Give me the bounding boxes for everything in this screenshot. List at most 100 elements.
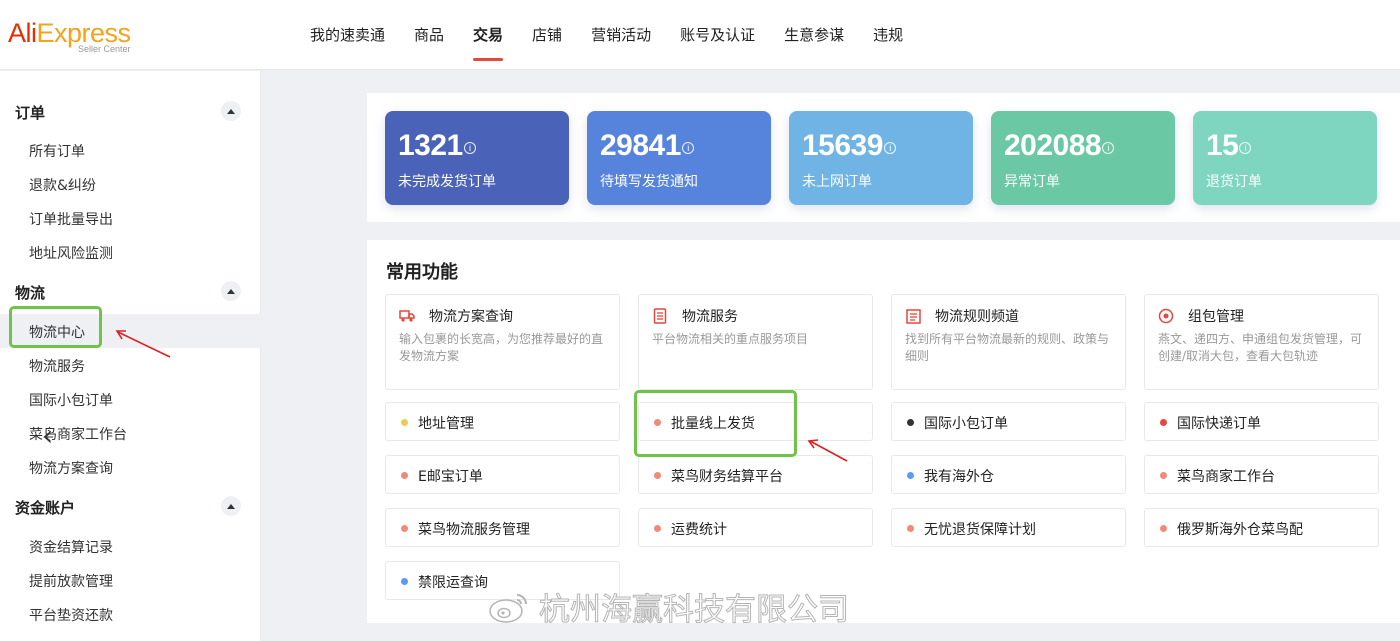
shortcut-overseas-warehouse[interactable]: 我有海外仓 — [891, 455, 1126, 494]
common-functions-panel: 常用功能 物流方案查询 输入包裹的长宽高，为您推荐最好的直发物流方案 物流服务 … — [367, 240, 1400, 623]
list-icon — [905, 308, 921, 324]
stats-panel: 1321 i 未完成发货订单 29841 i 待填写发货通知 15639 i 未上网订… — [367, 93, 1400, 222]
status-dot — [907, 472, 914, 479]
nav-marketing[interactable]: 营销活动 — [591, 0, 651, 70]
stat-value: 29841 — [600, 129, 681, 162]
shortcut-cainiao-service-management[interactable]: 菜鸟物流服务管理 — [385, 508, 620, 547]
info-icon: i — [681, 142, 694, 154]
status-dot — [1160, 472, 1167, 479]
shortcut-label: 运费统计 — [671, 522, 727, 538]
sidebar-item-logistics-plan-query[interactable]: 物流方案查询 — [29, 458, 113, 478]
annotation-arrow-icon — [807, 439, 848, 462]
stat-card-not-online[interactable]: 15639 i 未上网订单 — [789, 111, 973, 205]
shortcut-label: 禁限运查询 — [418, 575, 488, 591]
collapse-orders-button[interactable] — [221, 101, 241, 121]
sidebar-item-address-risk[interactable]: 地址风险监测 — [29, 243, 113, 263]
feature-card-desc: 找到所有平台物流最新的规则、政策与细则 — [905, 332, 1110, 363]
shortcut-label: 我有海外仓 — [924, 469, 994, 485]
info-icon: i — [463, 142, 476, 154]
sidebar-item-intl-parcel-orders[interactable]: 国际小包订单 — [29, 390, 113, 410]
nav-violations[interactable]: 违规 — [873, 0, 903, 70]
logo-text-ali: Ali — [8, 18, 37, 48]
sidebar-group-orders[interactable]: 订单 — [15, 102, 45, 123]
chevron-up-icon — [227, 108, 235, 114]
nav-account[interactable]: 账号及认证 — [680, 0, 755, 70]
feature-card-desc: 燕文、递四方、申通组包发货管理，可创建/取消大包，查看大包轨迹 — [1158, 332, 1363, 363]
main-nav: 我的速卖通 商品 交易 店铺 营销活动 账号及认证 生意参谋 违规 — [310, 0, 932, 70]
feature-card-title: 物流规则频道 — [935, 309, 1019, 325]
sidebar-item-settlement-records[interactable]: 资金结算记录 — [29, 537, 113, 557]
shortcut-russia-warehouse[interactable]: 俄罗斯海外仓菜鸟配 — [1144, 508, 1379, 547]
nav-my-aliexpress[interactable]: 我的速卖通 — [310, 0, 385, 70]
top-header: AliExpress Seller Center 我的速卖通 商品 交易 店铺 … — [0, 0, 1400, 70]
nav-transactions[interactable]: 交易 — [473, 0, 504, 70]
status-dot — [401, 419, 408, 426]
feature-card-logistics-service[interactable]: 物流服务 平台物流相关的重点服务项目 — [638, 294, 873, 390]
stat-card-unshipped[interactable]: 1321 i 未完成发货订单 — [385, 111, 569, 205]
status-dot — [401, 472, 408, 479]
info-icon: i — [1239, 142, 1252, 154]
shortcut-intl-parcel-orders[interactable]: 国际小包订单 — [891, 402, 1126, 441]
stat-value: 1321 — [398, 129, 463, 162]
shortcut-label: 国际快递订单 — [1177, 416, 1261, 432]
shortcut-worry-free-returns[interactable]: 无忧退货保障计划 — [891, 508, 1126, 547]
stat-value: 15 — [1206, 129, 1239, 162]
shortcut-label: 菜鸟物流服务管理 — [418, 522, 530, 538]
sidebar-item-logistics-service[interactable]: 物流服务 — [29, 356, 85, 376]
sidebar-item-early-release[interactable]: 提前放款管理 — [29, 571, 113, 591]
shortcut-epacket-orders[interactable]: E邮宝订单 — [385, 455, 620, 494]
info-icon: i — [883, 142, 896, 154]
stat-label: 未上网订单 — [802, 174, 872, 190]
stat-card-pending-notice[interactable]: 29841 i 待填写发货通知 — [587, 111, 771, 205]
shortcut-intl-express-orders[interactable]: 国际快递订单 — [1144, 402, 1379, 441]
sidebar-item-refunds[interactable]: 退款&纠纷 — [29, 175, 96, 195]
stat-label: 待填写发货通知 — [600, 174, 698, 190]
sidebar-item-advance-repayment[interactable]: 平台垫资还款 — [29, 605, 113, 625]
stat-card-abnormal[interactable]: 202088 i 异常订单 — [991, 111, 1175, 205]
status-dot — [654, 525, 661, 532]
nav-products[interactable]: 商品 — [414, 0, 444, 70]
chevron-up-icon — [227, 288, 235, 294]
nav-business-advisor[interactable]: 生意参谋 — [784, 0, 844, 70]
aliexpress-logo[interactable]: AliExpress Seller Center — [8, 18, 131, 55]
shortcut-label: 地址管理 — [418, 416, 474, 432]
feature-card-title: 物流服务 — [682, 309, 738, 325]
shortcut-address-management[interactable]: 地址管理 — [385, 402, 620, 441]
status-dot — [907, 525, 914, 532]
feature-card-logistics-plan[interactable]: 物流方案查询 输入包裹的长宽高，为您推荐最好的直发物流方案 — [385, 294, 620, 390]
stat-label: 未完成发货订单 — [398, 174, 496, 190]
feature-card-title: 物流方案查询 — [429, 309, 513, 325]
section-title: 常用功能 — [386, 262, 458, 283]
status-dot — [654, 472, 661, 479]
stat-value: 15639 — [802, 129, 883, 162]
feature-card-desc: 输入包裹的长宽高，为您推荐最好的直发物流方案 — [399, 332, 604, 363]
annotation-highlight-box — [634, 390, 797, 457]
sidebar-group-funds[interactable]: 资金账户 — [15, 497, 75, 518]
shortcut-cainiao-workbench[interactable]: 菜鸟商家工作台 — [1144, 455, 1379, 494]
feature-card-desc: 平台物流相关的重点服务项目 — [652, 332, 809, 346]
sidebar-item-batch-export[interactable]: 订单批量导出 — [29, 209, 113, 229]
status-dot — [1160, 525, 1167, 532]
watermark: 杭州海赢科技有限公司 — [487, 584, 850, 629]
sidebar-item-all-orders[interactable]: 所有订单 — [29, 141, 85, 161]
feature-card-title: 组包管理 — [1188, 309, 1244, 325]
watermark-text: 杭州海赢科技有限公司 — [539, 592, 850, 629]
weibo-icon — [489, 593, 527, 623]
nav-store[interactable]: 店铺 — [532, 0, 562, 70]
annotation-arrow-icon — [115, 330, 171, 358]
collapse-logistics-button[interactable] — [221, 281, 241, 301]
shortcut-freight-stats[interactable]: 运费统计 — [638, 508, 873, 547]
status-dot — [1160, 419, 1167, 426]
sidebar-group-logistics[interactable]: 物流 — [15, 282, 45, 303]
stat-value: 202088 — [1004, 129, 1102, 162]
chevron-up-icon — [227, 503, 235, 509]
stat-label: 退货订单 — [1206, 174, 1262, 190]
truck-icon — [399, 308, 415, 324]
chevron-left-icon[interactable]: ‹ — [42, 419, 53, 452]
package-icon — [1158, 308, 1174, 324]
feature-card-logistics-rules[interactable]: 物流规则频道 找到所有平台物流最新的规则、政策与细则 — [891, 294, 1126, 390]
collapse-funds-button[interactable] — [221, 496, 241, 516]
stat-card-returns[interactable]: 15 i 退货订单 — [1193, 111, 1377, 205]
feature-card-package-management[interactable]: 组包管理 燕文、递四方、申通组包发货管理，可创建/取消大包，查看大包轨迹 — [1144, 294, 1379, 390]
stat-label: 异常订单 — [1004, 174, 1060, 190]
